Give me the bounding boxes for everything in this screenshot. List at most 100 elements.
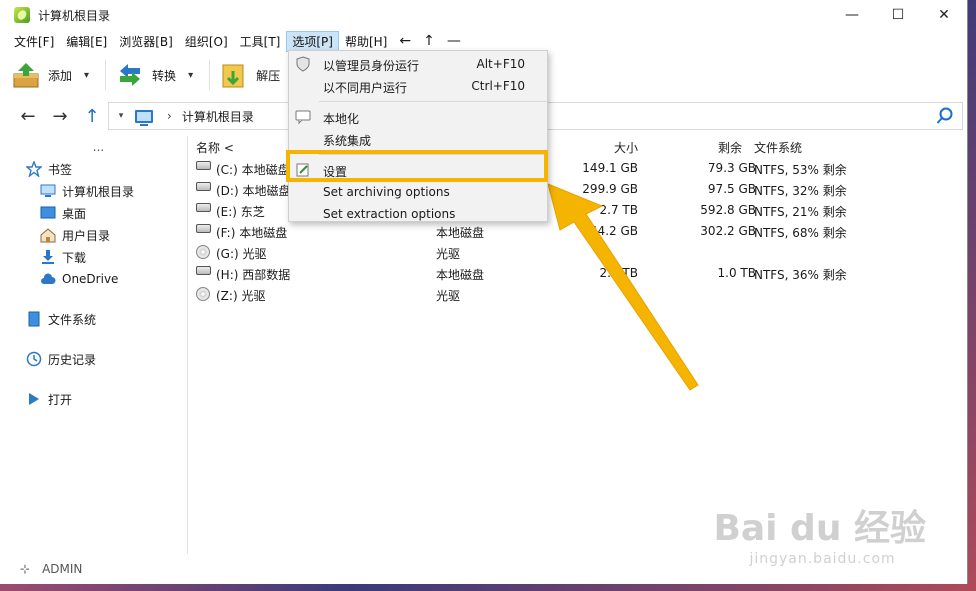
menu-item-label: 设置: [323, 165, 348, 179]
filesystem-icon: [26, 311, 42, 327]
extract-label: 解压: [256, 68, 281, 83]
search-icon[interactable]: [936, 107, 954, 129]
sidebar-open[interactable]: 打开: [0, 388, 187, 410]
hard-drive-icon: [196, 224, 211, 233]
shield-icon: [295, 56, 311, 72]
menu-help[interactable]: 帮助[H]: [339, 31, 393, 52]
add-button[interactable]: 添加 ▾: [12, 57, 89, 93]
menu-item-extraction-options[interactable]: Set extraction options: [289, 203, 547, 225]
menu-item-run-as-admin[interactable]: 以管理员身份运行 Alt+F10: [289, 53, 547, 75]
sidebar-item-label: 用户目录: [62, 228, 111, 243]
options-dropdown-menu: 以管理员身份运行 Alt+F10 以不同用户运行 Ctrl+F10 本地化 系统…: [288, 50, 548, 222]
sidebar-filesystem[interactable]: 文件系统: [0, 308, 187, 330]
computer-icon: [40, 183, 56, 199]
column-header-filesystem[interactable]: 文件系统: [754, 139, 802, 156]
row-name: (C:) 本地磁盘: [216, 163, 290, 177]
menu-item-archiving-options[interactable]: Set archiving options: [289, 181, 547, 203]
home-icon: [40, 227, 56, 243]
row-name: (H:) 西部数据: [216, 268, 291, 282]
menu-item-system-integration[interactable]: 系统集成: [289, 128, 547, 150]
speech-bubble-icon: [295, 109, 311, 125]
sidebar-history-label: 历史记录: [48, 352, 97, 367]
row-name: (F:) 本地磁盘: [216, 226, 288, 240]
clock-icon: [26, 351, 42, 367]
row-filesystem: NTFS, 32% 剩余: [754, 184, 847, 198]
column-header-name[interactable]: 名称 <: [196, 139, 234, 156]
add-archive-icon: [12, 61, 40, 89]
sidebar-history[interactable]: 历史记录: [0, 348, 187, 370]
forward-arrow-icon[interactable]: →: [44, 106, 76, 127]
menu-file[interactable]: 文件[F]: [8, 31, 60, 52]
move-handle-icon[interactable]: ⊹: [20, 562, 30, 576]
menu-organize[interactable]: 组织[O]: [179, 31, 234, 52]
row-filesystem: NTFS, 68% 剩余: [754, 226, 847, 240]
status-user: ADMIN: [42, 562, 83, 576]
optical-drive-icon: [196, 287, 210, 301]
download-icon: [40, 249, 56, 265]
menu-back-icon[interactable]: ←: [393, 33, 417, 49]
menu-item-label: 系统集成: [323, 134, 372, 148]
title-bar: 计算机根目录 — ☐ ✕: [0, 0, 967, 30]
row-name: (E:) 东芝: [216, 205, 265, 219]
sidebar-more-icon[interactable]: ...: [0, 136, 187, 158]
extract-button[interactable]: 解压: [220, 57, 280, 93]
close-button[interactable]: ✕: [921, 0, 967, 30]
column-header-free[interactable]: 剩余: [718, 139, 742, 156]
menu-browser[interactable]: 浏览器[B]: [113, 31, 179, 52]
menu-options[interactable]: 选项[P]: [286, 30, 339, 52]
column-header-name-label: 名称: [196, 140, 221, 155]
sidebar: ... 书签 计算机根目录 桌面 用户目录 下载 OneDrive 文件系统 历…: [0, 136, 188, 554]
watermark-url: jingyan.baidu.com: [749, 551, 896, 567]
menu-minus-icon[interactable]: —: [441, 33, 467, 49]
menu-item-label: 本地化: [323, 112, 360, 126]
row-size: 149.1 GB: [582, 161, 638, 175]
sidebar-item-computer[interactable]: 计算机根目录: [0, 180, 187, 202]
star-icon: [25, 160, 43, 178]
toolbar-divider: [209, 60, 211, 90]
sidebar-item-label: 桌面: [62, 206, 87, 221]
history-chevron-icon[interactable]: ▾: [109, 111, 133, 121]
menu-edit[interactable]: 编辑[E]: [60, 31, 113, 52]
sidebar-item-onedrive[interactable]: OneDrive: [0, 268, 187, 290]
menu-tools[interactable]: 工具[T]: [234, 31, 287, 52]
row-type: 本地磁盘: [436, 268, 485, 282]
menu-item-settings[interactable]: 设置: [289, 159, 547, 181]
sidebar-bookmarks[interactable]: 书签: [0, 158, 187, 180]
convert-icon: [116, 61, 144, 89]
menu-item-run-as-other[interactable]: 以不同用户运行 Ctrl+F10: [289, 75, 547, 97]
convert-dropdown-chevron-icon[interactable]: ▾: [188, 70, 193, 81]
settings-edit-icon: [295, 162, 311, 178]
row-free: 79.3 GB: [707, 161, 756, 175]
menu-separator: [319, 101, 547, 102]
menu-item-label: Set extraction options: [323, 207, 456, 221]
app-window: 计算机根目录 — ☐ ✕ 文件[F] 编辑[E] 浏览器[B] 组织[O] 工具…: [0, 0, 968, 584]
menu-up-icon[interactable]: ↑: [417, 33, 441, 49]
add-dropdown-chevron-icon[interactable]: ▾: [84, 70, 89, 81]
menu-separator: [319, 154, 547, 155]
hard-drive-icon: [196, 182, 211, 191]
menu-item-localization[interactable]: 本地化: [289, 106, 547, 128]
back-arrow-icon[interactable]: ←: [12, 106, 44, 127]
sidebar-item-desktop[interactable]: 桌面: [0, 202, 187, 224]
minimize-button[interactable]: —: [829, 0, 875, 30]
column-header-size[interactable]: 大小: [614, 139, 638, 156]
row-filesystem: NTFS, 21% 剩余: [754, 205, 847, 219]
maximize-button[interactable]: ☐: [875, 0, 921, 30]
address-path[interactable]: 计算机根目录: [182, 108, 254, 125]
menu-item-label: Set archiving options: [323, 185, 450, 199]
up-arrow-icon[interactable]: ↑: [76, 106, 108, 127]
sidebar-filesystem-label: 文件系统: [48, 312, 97, 327]
convert-button[interactable]: 转换 ▾: [116, 57, 193, 93]
menu-item-shortcut: Ctrl+F10: [471, 79, 525, 93]
toolbar-divider: [105, 60, 107, 90]
menu-bar: 文件[F] 编辑[E] 浏览器[B] 组织[O] 工具[T] 选项[P] 帮助[…: [0, 30, 967, 52]
sidebar-item-label: OneDrive: [62, 272, 119, 286]
play-triangle-icon: [26, 391, 42, 407]
row-name: (Z:) 光驱: [216, 289, 266, 303]
add-label: 添加: [48, 68, 73, 83]
row-type: 光驱: [436, 289, 461, 303]
row-name: (D:) 本地磁盘: [216, 184, 291, 198]
sidebar-item-downloads[interactable]: 下载: [0, 246, 187, 268]
row-type: 本地磁盘: [436, 226, 485, 240]
sidebar-item-user-dir[interactable]: 用户目录: [0, 224, 187, 246]
